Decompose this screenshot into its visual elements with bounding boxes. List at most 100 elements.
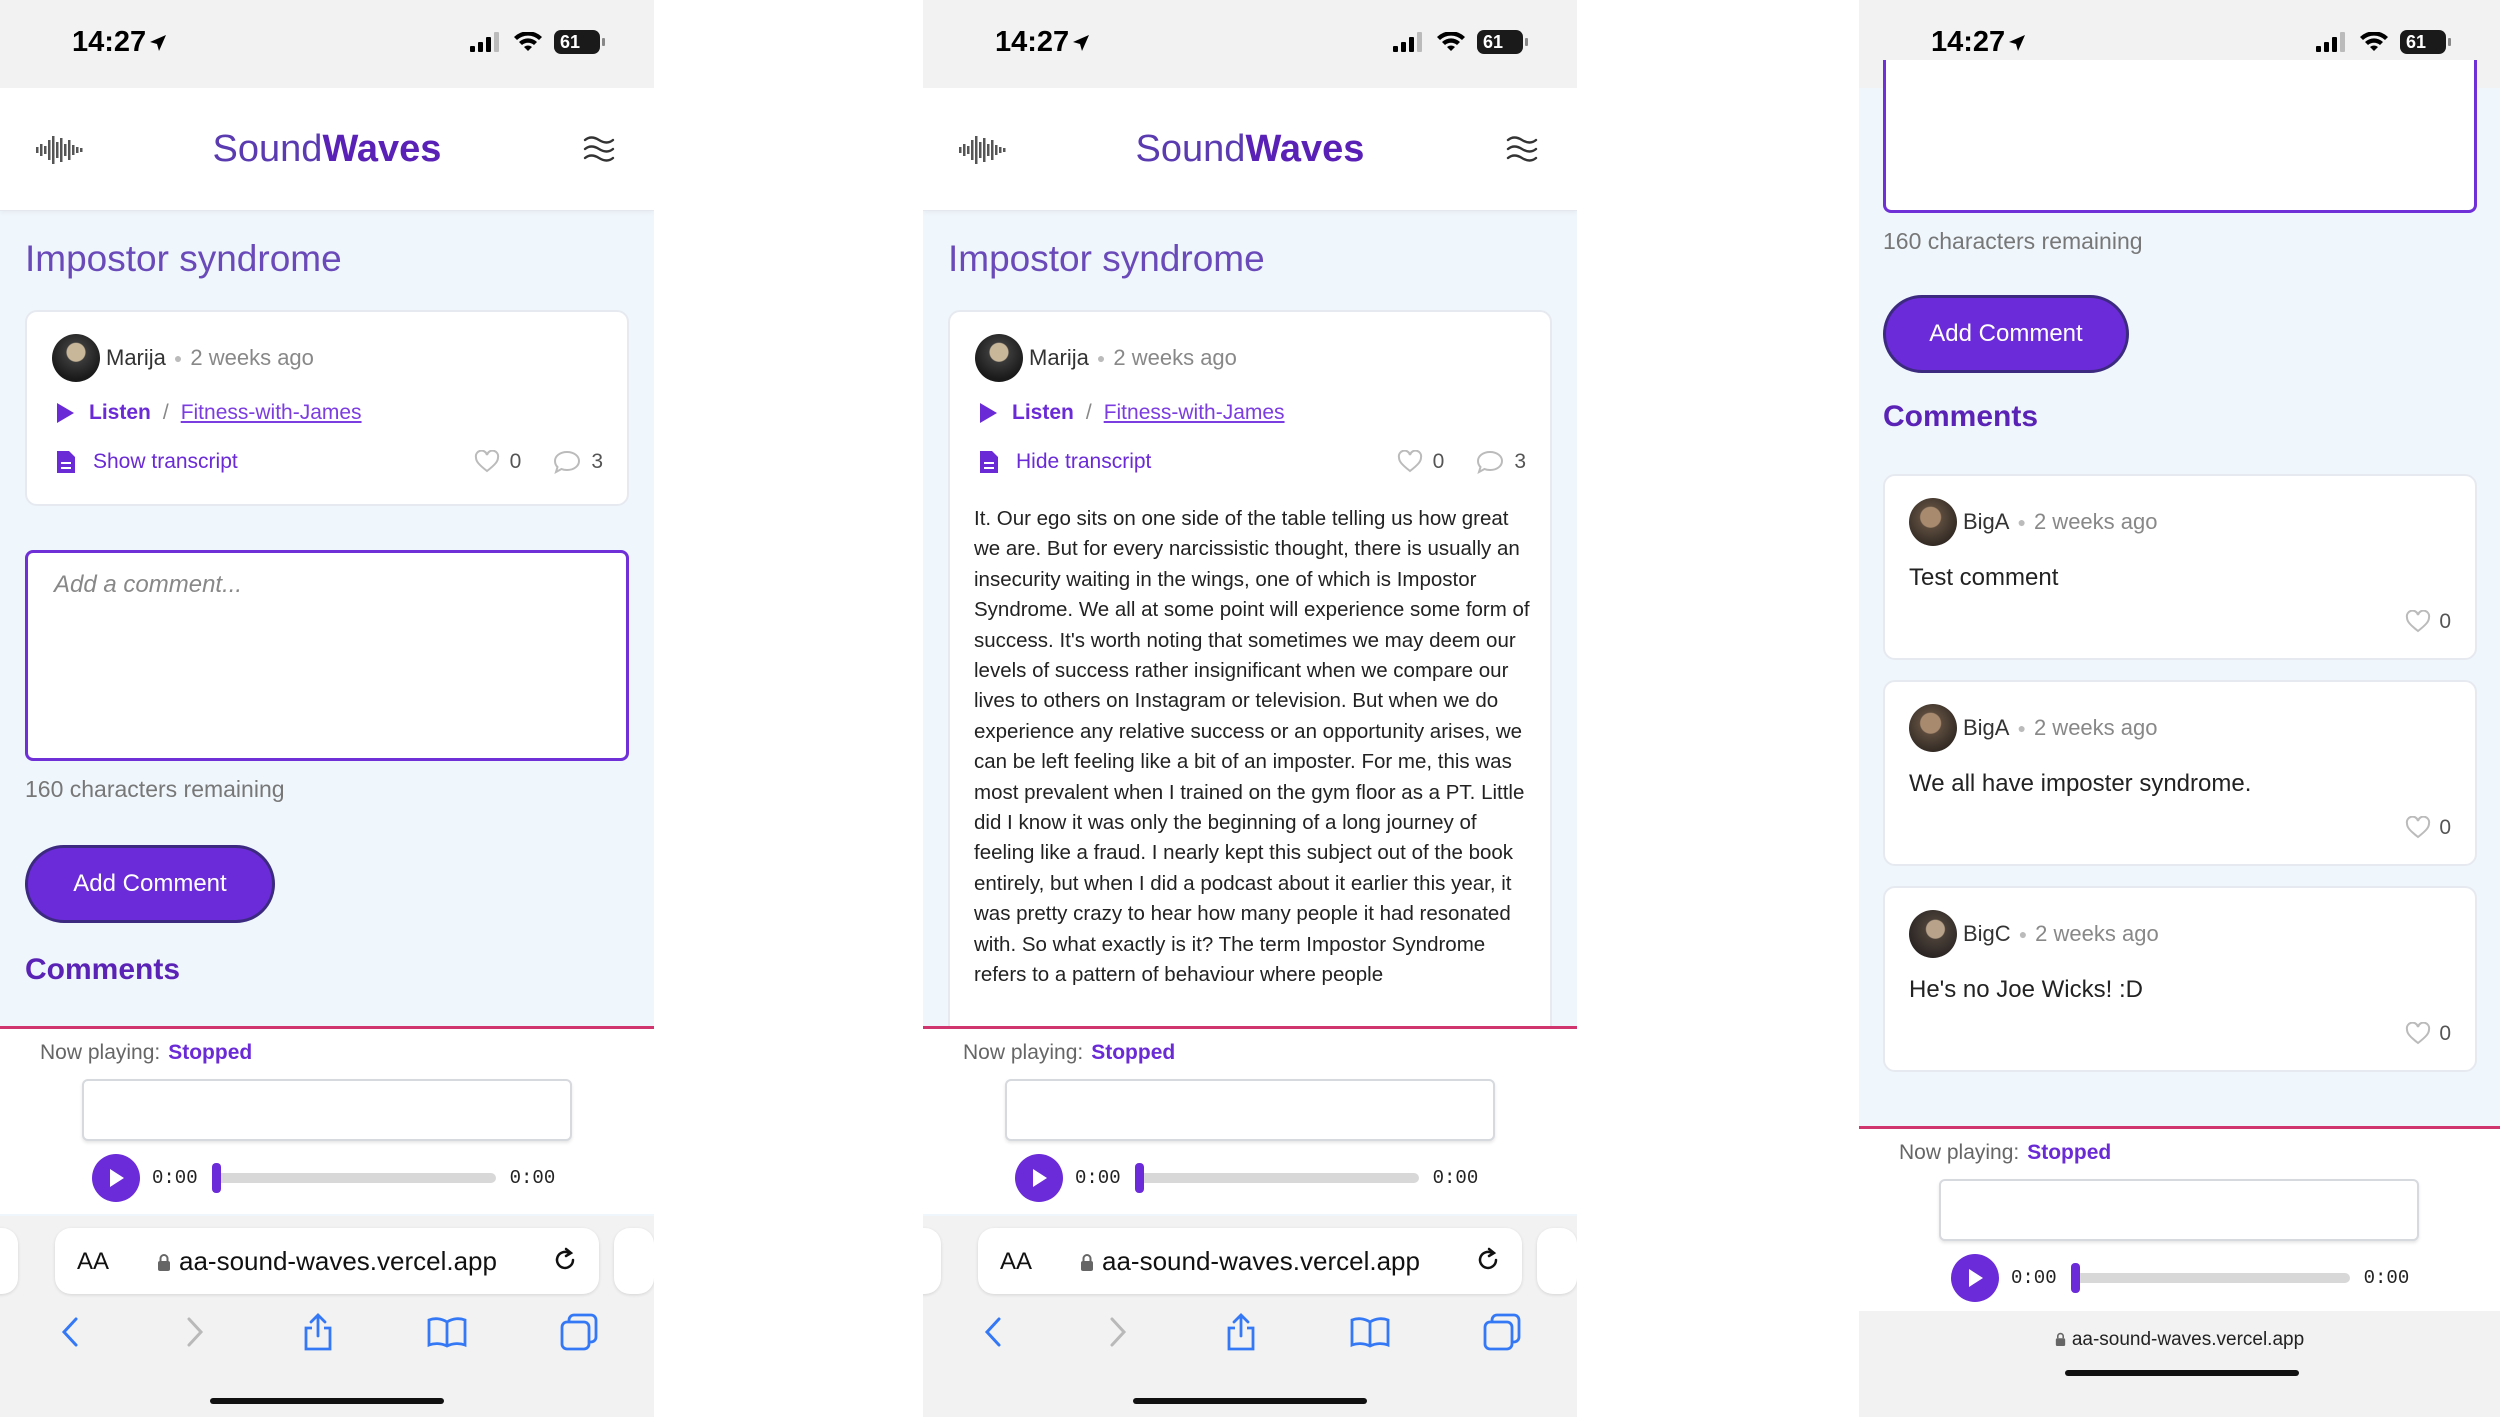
document-icon <box>57 451 75 473</box>
current-time: 0:00 <box>152 1167 198 1189</box>
menu-icon[interactable] <box>582 132 616 166</box>
lock-icon <box>1081 1254 1094 1271</box>
status-bar: 14:27 61 <box>923 0 1577 88</box>
now-playing-label: Now playing: <box>40 1041 161 1064</box>
add-comment-button[interactable]: Add Comment <box>1883 295 2129 373</box>
track-info-box <box>1005 1079 1495 1141</box>
seek-slider[interactable] <box>2070 1263 2350 1293</box>
category-link[interactable]: Fitness-with-James <box>181 401 362 425</box>
avatar[interactable] <box>1909 910 1957 958</box>
avatar[interactable] <box>1909 498 1957 546</box>
show-transcript-button[interactable]: Show transcript <box>93 450 238 474</box>
previous-tab-peek[interactable] <box>923 1228 941 1294</box>
forward-icon[interactable] <box>1102 1315 1132 1349</box>
screen-post-collapsed: 14:27 61 SoundWaves Impostor syndrome Ma… <box>0 0 654 1417</box>
author-name[interactable]: Marija <box>106 345 166 371</box>
track-info-box <box>1939 1179 2419 1241</box>
address-bar[interactable]: AA aa-sound-waves.vercel.app <box>55 1228 599 1294</box>
seek-slider[interactable] <box>1134 1163 1419 1193</box>
location-arrow-icon <box>1073 35 1090 51</box>
seek-thumb[interactable] <box>2070 1263 2080 1293</box>
heart-icon[interactable] <box>2405 816 2431 840</box>
audio-player: Now playing: Stopped 0:00 0:00 <box>1859 1126 2500 1311</box>
like-count: 0 <box>1432 450 1445 473</box>
wifi-icon <box>2360 32 2388 51</box>
reload-icon[interactable] <box>551 1246 579 1274</box>
comment-card: BigA ● 2 weeks ago Test comment 0 <box>1883 474 2477 660</box>
back-icon[interactable] <box>979 1315 1009 1349</box>
player-play-button[interactable] <box>1951 1254 1999 1302</box>
cellular-signal-icon <box>470 32 499 52</box>
play-icon[interactable] <box>55 402 75 424</box>
comment-like-count: 0 <box>2439 610 2451 633</box>
player-play-button[interactable] <box>1015 1154 1063 1202</box>
app-logo[interactable]: SoundWaves <box>0 128 654 171</box>
next-tab-peek[interactable] <box>614 1228 654 1294</box>
forward-icon[interactable] <box>179 1315 209 1349</box>
battery-indicator: 61 <box>554 30 605 54</box>
app-header: SoundWaves <box>0 88 654 211</box>
share-icon[interactable] <box>1224 1312 1258 1352</box>
author-name[interactable]: Marija <box>1029 345 1089 371</box>
app-logo[interactable]: SoundWaves <box>923 128 1577 171</box>
play-icon <box>1969 1269 1983 1287</box>
page-title: Impostor syndrome <box>948 238 1265 279</box>
like-count: 0 <box>509 450 522 473</box>
category-link[interactable]: Fitness-with-James <box>1104 401 1285 425</box>
tabs-icon[interactable] <box>560 1313 598 1351</box>
battery-indicator: 61 <box>1477 30 1528 54</box>
duration: 0:00 <box>1432 1167 1479 1189</box>
player-play-button[interactable] <box>92 1154 140 1202</box>
audio-player: Now playing: Stopped 0:00 0:00 <box>0 1026 654 1214</box>
duration: 0:00 <box>509 1167 556 1189</box>
seek-slider[interactable] <box>211 1163 496 1193</box>
address-bar[interactable]: AA aa-sound-waves.vercel.app <box>978 1228 1522 1294</box>
comment-author[interactable]: BigC <box>1963 921 2011 947</box>
comment-bubble-icon[interactable] <box>553 450 581 474</box>
heart-icon[interactable] <box>2405 610 2431 634</box>
now-playing-state: Stopped <box>2027 1141 2112 1164</box>
address-bar[interactable]: aa-sound-waves.vercel.app <box>1859 1329 2500 1351</box>
bookmarks-icon[interactable] <box>427 1315 467 1349</box>
listen-link[interactable]: Listen <box>89 401 151 425</box>
seek-thumb[interactable] <box>211 1163 221 1193</box>
now-playing-state: Stopped <box>168 1041 253 1064</box>
post-card: Marija ● 2 weeks ago Listen / Fitness-wi… <box>948 310 1552 1050</box>
avatar[interactable] <box>975 334 1023 382</box>
avatar[interactable] <box>52 334 100 382</box>
current-time: 0:00 <box>1075 1167 1121 1189</box>
location-arrow-icon <box>2009 35 2026 51</box>
comment-bubble-icon[interactable] <box>1476 450 1504 474</box>
comment-input[interactable] <box>1883 60 2477 213</box>
avatar[interactable] <box>1909 704 1957 752</box>
add-comment-button[interactable]: Add Comment <box>25 845 275 923</box>
heart-icon[interactable] <box>1397 450 1423 474</box>
url-text: aa-sound-waves.vercel.app <box>2071 1329 2305 1350</box>
hide-transcript-button[interactable]: Hide transcript <box>1016 450 1151 474</box>
bookmarks-icon[interactable] <box>1350 1315 1390 1349</box>
comment-input[interactable]: Add a comment... <box>25 550 629 761</box>
comment-author[interactable]: BigA <box>1963 715 2009 741</box>
status-time: 14:27 <box>995 26 1070 58</box>
now-playing-label: Now playing: <box>1899 1141 2020 1164</box>
cellular-signal-icon <box>1393 32 1422 52</box>
home-indicator[interactable] <box>210 1398 444 1404</box>
share-icon[interactable] <box>301 1312 335 1352</box>
tabs-icon[interactable] <box>1483 1313 1521 1351</box>
home-indicator[interactable] <box>2065 1370 2299 1376</box>
previous-tab-peek[interactable] <box>0 1228 18 1294</box>
now-playing-state: Stopped <box>1091 1041 1176 1064</box>
back-icon[interactable] <box>56 1315 86 1349</box>
heart-icon[interactable] <box>2405 1022 2431 1046</box>
comment-author[interactable]: BigA <box>1963 509 2009 535</box>
duration: 0:00 <box>2363 1267 2410 1289</box>
reload-icon[interactable] <box>1474 1246 1502 1274</box>
next-tab-peek[interactable] <box>1537 1228 1577 1294</box>
seek-thumb[interactable] <box>1134 1163 1144 1193</box>
play-icon[interactable] <box>978 402 998 424</box>
home-indicator[interactable] <box>1133 1398 1367 1404</box>
listen-link[interactable]: Listen <box>1012 401 1074 425</box>
menu-icon[interactable] <box>1505 132 1539 166</box>
comment-text: He's no Joe Wicks! :D <box>1909 976 2143 1003</box>
heart-icon[interactable] <box>474 450 500 474</box>
